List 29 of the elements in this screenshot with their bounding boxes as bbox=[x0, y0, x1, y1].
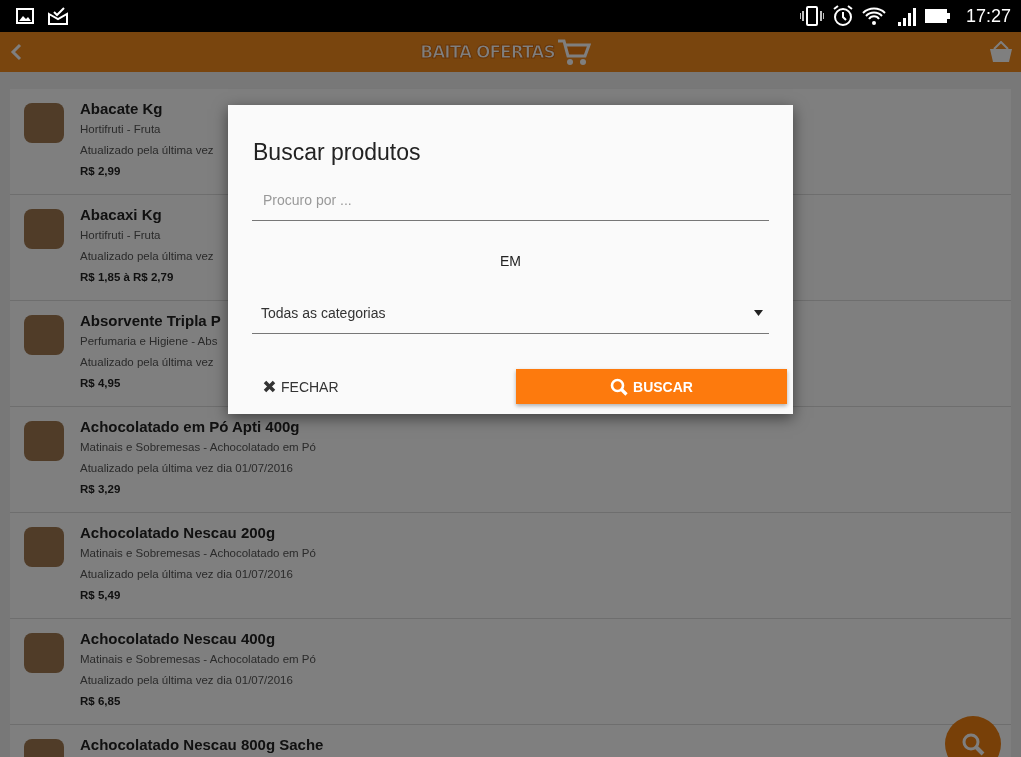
updated-date: Atualizado pela última vez dia 01/07/2016 bbox=[80, 461, 294, 476]
product-name: Absorvente Tripla P bbox=[80, 311, 221, 331]
updated-date: Atualizado pela última vez bbox=[80, 143, 214, 158]
product-name: Achocolatado Nescau 800g Sache bbox=[80, 735, 324, 755]
product-price: R$ 1,85 à R$ 2,79 bbox=[80, 270, 175, 285]
product-category: Perfumaria e Higiene - Abs bbox=[80, 334, 219, 349]
logo-text: BAITA OFERTAS bbox=[420, 42, 555, 62]
product-price: R$ 3,29 bbox=[80, 482, 122, 497]
product-price: R$ 5,49 bbox=[80, 588, 122, 603]
product-price: R$ 6,85 bbox=[80, 694, 122, 709]
product-name: Abacate Kg bbox=[80, 99, 164, 119]
product-category: Matinais e Sobremesas - Achocolatado em Pó bbox=[80, 546, 316, 561]
updated-date: Atualizado pela última vez bbox=[80, 249, 214, 264]
product-category: Hortifruti - Fruta bbox=[80, 228, 162, 243]
dialog-title: Buscar produtos bbox=[253, 139, 422, 166]
updated-date: Atualizado pela última vez bbox=[80, 355, 215, 370]
product-name: Abacaxi Kg bbox=[80, 205, 163, 225]
updated-date: Atualizado pela última vez dia 01/07/2016 bbox=[80, 567, 294, 582]
product-category: Matinais e Sobremesas - Achocolatado em Pó bbox=[80, 652, 316, 667]
product-category: Hortifruti - Fruta bbox=[80, 122, 162, 137]
product-name: Achocolatado em Pó Apti 400g bbox=[80, 417, 301, 437]
product-name: Achocolatado Nescau 400g bbox=[80, 629, 277, 649]
product-category: Matinais e Sobremesas - Achocolatado em Pó bbox=[80, 440, 316, 455]
product-name: Achocolatado Nescau 200g bbox=[80, 523, 277, 543]
product-price: R$ 2,99 bbox=[80, 164, 122, 179]
in-label: EM bbox=[499, 253, 522, 269]
updated-date: Atualizado pela última vez dia 01/07/2016 bbox=[80, 673, 294, 688]
clock-time: 17:27 bbox=[965, 5, 1011, 27]
product-price: R$ 4,95 bbox=[80, 376, 122, 391]
